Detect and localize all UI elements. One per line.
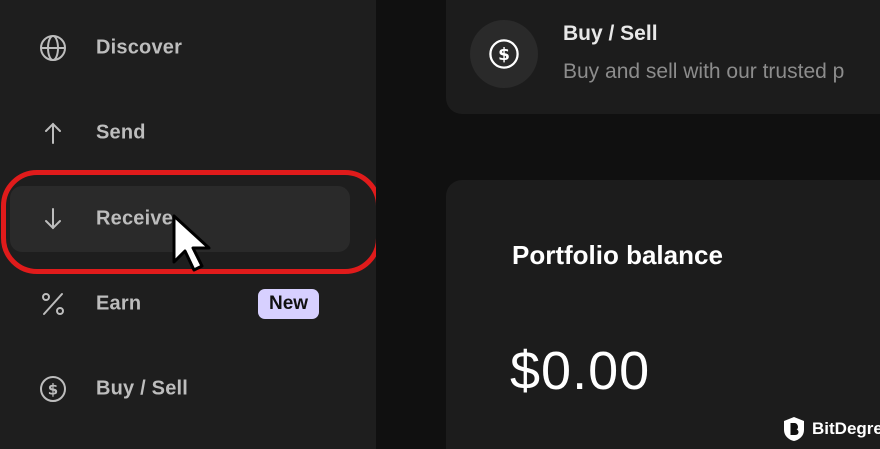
dollar-circle-icon: $	[38, 374, 68, 404]
sidebar-item-label: Discover	[96, 36, 183, 59]
svg-text:$: $	[498, 45, 510, 65]
svg-text:$: $	[48, 381, 58, 399]
new-badge: New	[258, 289, 320, 319]
buy-sell-card-subtitle: Buy and sell with our trusted p	[563, 60, 845, 83]
portfolio-card	[446, 180, 880, 449]
sidebar-item-buy-sell[interactable]: $ Buy / Sell	[10, 356, 350, 422]
buy-sell-card-icon-wrap: $	[470, 20, 538, 88]
buy-sell-card-title: Buy / Sell	[563, 22, 658, 45]
arrow-up-icon	[38, 118, 68, 148]
percent-icon	[38, 289, 68, 319]
sidebar-item-label: Earn	[96, 292, 142, 315]
portfolio-title: Portfolio balance	[512, 240, 723, 270]
sidebar-item-label: Buy / Sell	[96, 377, 189, 400]
bitdegree-watermark: BitDegree	[782, 416, 880, 442]
sidebar-item-label: Send	[96, 121, 146, 144]
sidebar-item-earn[interactable]: Earn New	[10, 271, 350, 337]
sidebar-item-discover[interactable]: Discover	[10, 15, 350, 81]
portfolio-balance-value: $0.00	[510, 341, 651, 401]
dollar-circle-icon: $	[489, 39, 519, 69]
mouse-cursor-icon	[172, 214, 211, 272]
bitdegree-logo-icon	[784, 417, 804, 441]
globe-icon	[38, 33, 68, 63]
sidebar-item-send[interactable]: Send	[10, 100, 350, 166]
watermark-text: BitDegree	[812, 419, 880, 438]
